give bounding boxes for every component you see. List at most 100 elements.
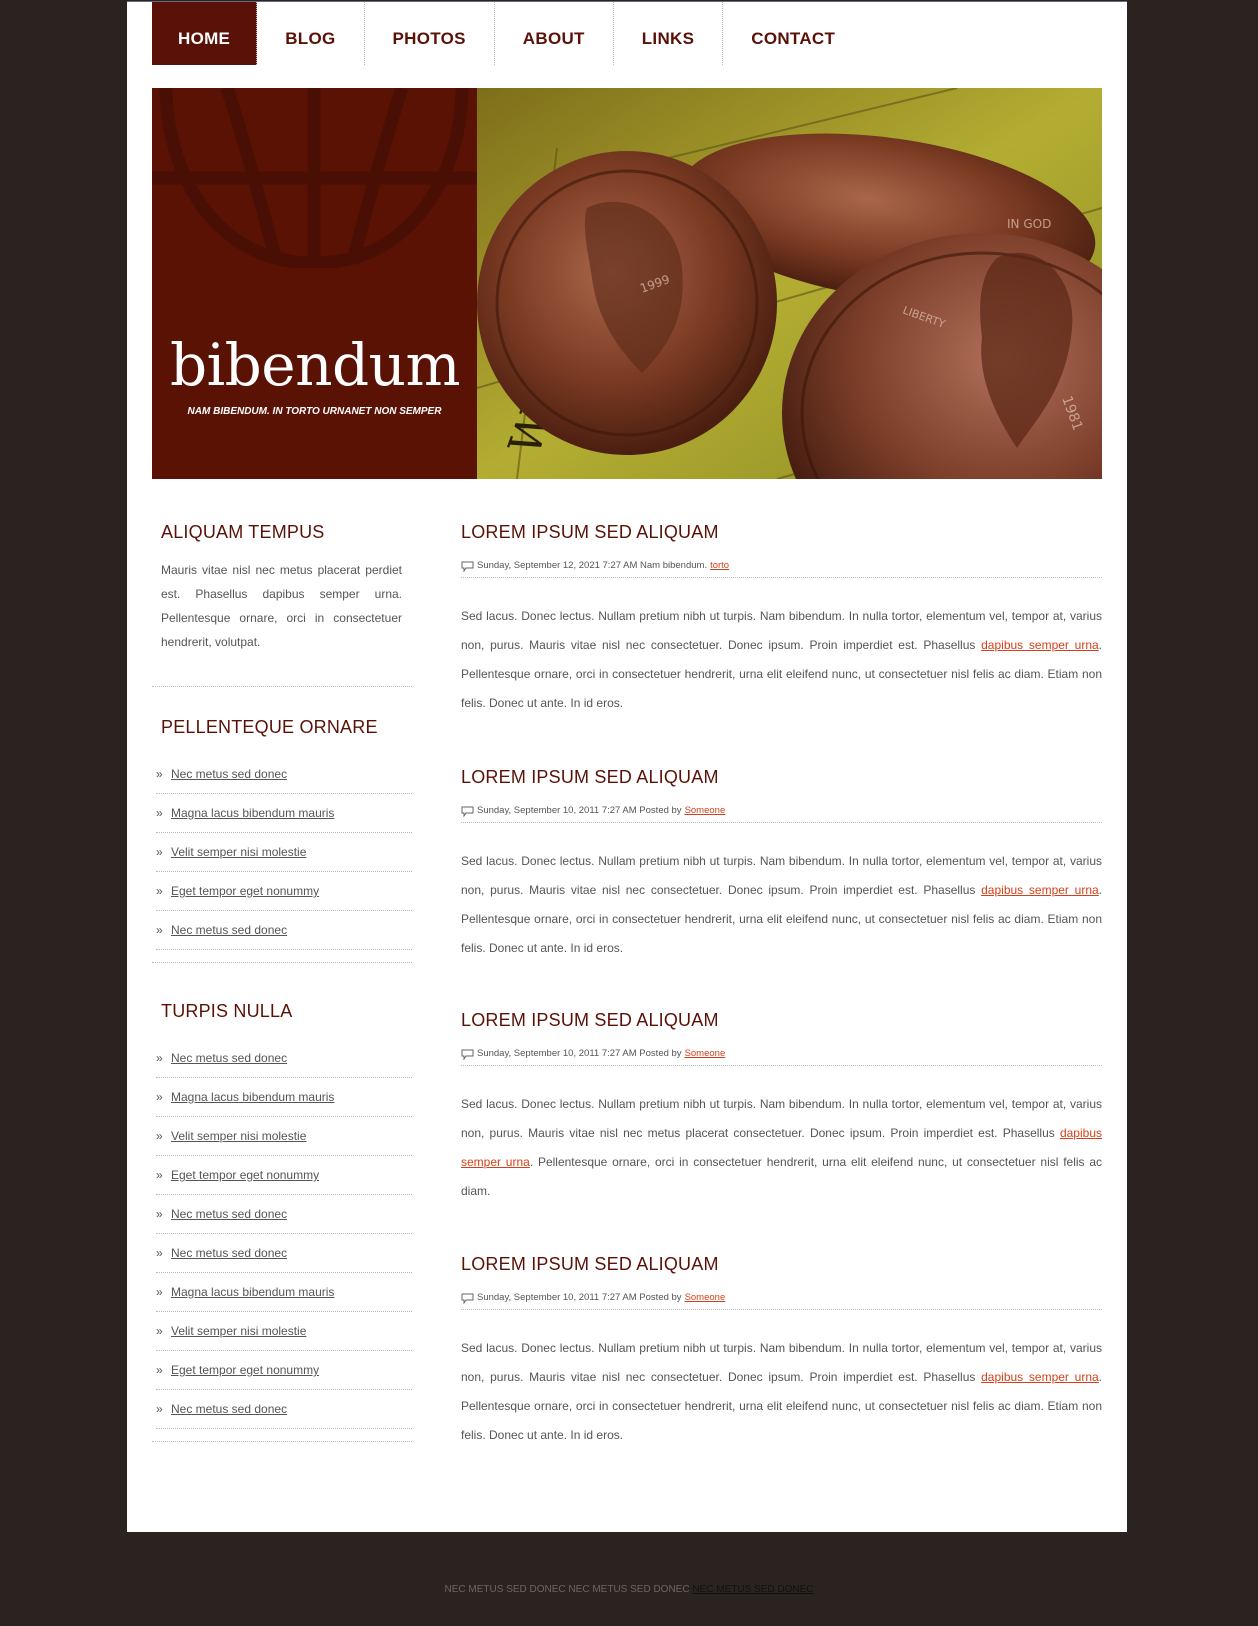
blog-post: LOREM IPSUM SED ALIQUAM Sunday, Septembe… bbox=[461, 767, 1102, 955]
nav-photos[interactable]: PHOTOS bbox=[365, 2, 495, 65]
page-container: HOME BLOG PHOTOS ABOUT LINKS CONTACT bib… bbox=[127, 1, 1127, 1532]
post-body-link[interactable]: dapibus semper urna bbox=[981, 1370, 1099, 1384]
sidebar-list1-heading: PELLENTEQUE ORNARE bbox=[161, 717, 378, 737]
comment-icon bbox=[461, 1049, 474, 1060]
sidebar-list2: » Nec metus sed donec » Magna lacus bibend… bbox=[152, 1039, 412, 1429]
sidebar-link[interactable]: Nec metus sed donec bbox=[171, 921, 287, 949]
sidebar-link[interactable]: Nec metus sed donec bbox=[171, 1049, 287, 1077]
nav-blog[interactable]: BLOG bbox=[257, 2, 365, 65]
post-meta: Sunday, September 10, 2011 7:27 AM Poste… bbox=[461, 1048, 1102, 1066]
post-meta: Sunday, September 10, 2011 7:27 AM Poste… bbox=[461, 805, 1102, 823]
sidebar-link[interactable]: Velit semper nisi molestie bbox=[171, 843, 306, 871]
sidebar-link[interactable]: Nec metus sed donec bbox=[171, 1205, 287, 1233]
sidebar-link[interactable]: Eget tempor eget nonummy bbox=[171, 882, 319, 910]
globe-icon bbox=[152, 88, 477, 268]
comment-icon bbox=[461, 561, 474, 572]
sidebar-about: ALIQUAM TEMPUS Mauris vitae nisl nec met… bbox=[152, 522, 412, 687]
post-meta-text: Sunday, September 10, 2011 7:27 AM Poste… bbox=[477, 1048, 682, 1059]
bullet-icon: » bbox=[156, 1207, 163, 1221]
list-item: » Eget tempor eget nonummy bbox=[156, 872, 412, 911]
post-title: LOREM IPSUM SED ALIQUAM bbox=[461, 1254, 719, 1274]
bullet-icon: » bbox=[156, 884, 163, 898]
banner-title-panel: bibendum NAM BIBENDUM. IN TORTO URNANET … bbox=[152, 88, 477, 479]
post-author-link[interactable]: Someone bbox=[685, 1292, 726, 1303]
list-item: » Velit semper nisi molestie bbox=[156, 1312, 412, 1351]
list-item: » Nec metus sed donec bbox=[156, 1195, 412, 1234]
sidebar-link[interactable]: Nec metus sed donec bbox=[171, 765, 287, 793]
bullet-icon: » bbox=[156, 1168, 163, 1182]
blog-post: LOREM IPSUM SED ALIQUAM Sunday, Septembe… bbox=[461, 1254, 1102, 1442]
bullet-icon: » bbox=[156, 1402, 163, 1416]
bullet-icon: » bbox=[156, 1129, 163, 1143]
post-author-link[interactable]: Someone bbox=[685, 1048, 726, 1059]
post-body: Sed lacus. Donec lectus. Nullam pretium … bbox=[461, 1090, 1102, 1206]
sidebar-link[interactable]: Velit semper nisi molestie bbox=[171, 1322, 306, 1350]
list-item: » Magna lacus bibendum mauris bbox=[156, 794, 412, 833]
comment-icon bbox=[461, 806, 474, 817]
list-item: » Magna lacus bibendum mauris bbox=[156, 1078, 412, 1117]
site-title: bibendum bbox=[170, 331, 460, 399]
bullet-icon: » bbox=[156, 1324, 163, 1338]
list-item: » Velit semper nisi molestie bbox=[156, 1117, 412, 1156]
nav-contact[interactable]: CONTACT bbox=[723, 2, 863, 65]
list-item: » Nec metus sed donec bbox=[156, 755, 412, 794]
bullet-icon: » bbox=[156, 1051, 163, 1065]
footer-text: NEC METUS SED DONEC NEC METUS SED DONEC bbox=[444, 1584, 690, 1595]
list-item: » Nec metus sed donec bbox=[156, 1390, 412, 1429]
footer-link[interactable]: NEC METUS SED DONEC bbox=[692, 1584, 813, 1595]
svg-text:IN GOD: IN GOD bbox=[1007, 217, 1051, 231]
banner-photo: With IN GOD LIBERTY 1981 1999 bbox=[477, 88, 1102, 479]
post-body-text: Sed lacus. Donec lectus. Nullam pretium … bbox=[461, 1097, 1102, 1140]
header-banner: bibendum NAM BIBENDUM. IN TORTO URNANET … bbox=[152, 88, 1102, 479]
post-author-link[interactable]: Someone bbox=[685, 805, 726, 816]
list-item: » Velit semper nisi molestie bbox=[156, 833, 412, 872]
list-item: » Nec metus sed donec bbox=[156, 911, 412, 950]
list-item: » Nec metus sed donec bbox=[156, 1234, 412, 1273]
sidebar-link[interactable]: Nec metus sed donec bbox=[171, 1244, 287, 1272]
sidebar-link[interactable]: Magna lacus bibendum mauris bbox=[171, 1088, 334, 1116]
list-item: » Nec metus sed donec bbox=[156, 1039, 412, 1078]
post-body: Sed lacus. Donec lectus. Nullam pretium … bbox=[461, 847, 1102, 963]
post-meta: Sunday, September 12, 2021 7:27 AM Nam b… bbox=[461, 560, 1102, 578]
bullet-icon: » bbox=[156, 1363, 163, 1377]
sidebar-link[interactable]: Magna lacus bibendum mauris bbox=[171, 804, 334, 832]
sidebar-list1: » Nec metus sed donec » Magna lacus bibend… bbox=[152, 755, 412, 950]
main-nav: HOME BLOG PHOTOS ABOUT LINKS CONTACT bbox=[152, 2, 863, 65]
sidebar-link[interactable]: Eget tempor eget nonummy bbox=[171, 1361, 319, 1389]
post-body-link[interactable]: dapibus semper urna bbox=[981, 883, 1099, 897]
bullet-icon: » bbox=[156, 1285, 163, 1299]
sidebar-list2-heading: TURPIS NULLA bbox=[161, 1001, 293, 1021]
sidebar-link[interactable]: Magna lacus bibendum mauris bbox=[171, 1283, 334, 1311]
post-body-link[interactable]: dapibus semper urna bbox=[981, 638, 1099, 652]
nav-links[interactable]: LINKS bbox=[614, 2, 724, 65]
post-body-text: . Pellentesque ornare, orci in consectet… bbox=[461, 1155, 1102, 1198]
bullet-icon: » bbox=[156, 845, 163, 859]
nav-about[interactable]: ABOUT bbox=[495, 2, 614, 65]
blog-post: LOREM IPSUM SED ALIQUAM Sunday, Septembe… bbox=[461, 1010, 1102, 1198]
post-body: Sed lacus. Donec lectus. Nullam pretium … bbox=[461, 602, 1102, 718]
sidebar-list2-section: TURPIS NULLA » Nec metus sed donec » Magna… bbox=[152, 1001, 412, 1442]
post-meta-text: Sunday, September 10, 2011 7:27 AM Poste… bbox=[477, 1292, 682, 1303]
sidebar-link[interactable]: Eget tempor eget nonummy bbox=[171, 1166, 319, 1194]
bullet-icon: » bbox=[156, 767, 163, 781]
sidebar-about-heading: ALIQUAM TEMPUS bbox=[161, 522, 325, 542]
sidebar-link[interactable]: Nec metus sed donec bbox=[171, 1400, 287, 1428]
sidebar-link[interactable]: Velit semper nisi molestie bbox=[171, 1127, 306, 1155]
post-meta-text: Sunday, September 12, 2021 7:27 AM Nam b… bbox=[477, 560, 708, 571]
nav-home[interactable]: HOME bbox=[152, 2, 258, 65]
sidebar-about-text: Mauris vitae nisl nec metus placerat per… bbox=[161, 563, 402, 649]
bullet-icon: » bbox=[156, 806, 163, 820]
sidebar-list1-section: PELLENTEQUE ORNARE » Nec metus sed donec … bbox=[152, 717, 412, 963]
post-title: LOREM IPSUM SED ALIQUAM bbox=[461, 1010, 719, 1030]
list-item: » Eget tempor eget nonummy bbox=[156, 1351, 412, 1390]
blog-post: LOREM IPSUM SED ALIQUAM Sunday, Septembe… bbox=[461, 522, 1102, 710]
list-item: » Eget tempor eget nonummy bbox=[156, 1156, 412, 1195]
post-meta-text: Sunday, September 10, 2011 7:27 AM Poste… bbox=[477, 805, 682, 816]
list-item: » Magna lacus bibendum mauris bbox=[156, 1273, 412, 1312]
post-body: Sed lacus. Donec lectus. Nullam pretium … bbox=[461, 1334, 1102, 1450]
bullet-icon: » bbox=[156, 1246, 163, 1260]
post-title: LOREM IPSUM SED ALIQUAM bbox=[461, 767, 719, 787]
post-title: LOREM IPSUM SED ALIQUAM bbox=[461, 522, 719, 542]
post-author-link[interactable]: torto bbox=[710, 560, 729, 571]
bullet-icon: » bbox=[156, 923, 163, 937]
